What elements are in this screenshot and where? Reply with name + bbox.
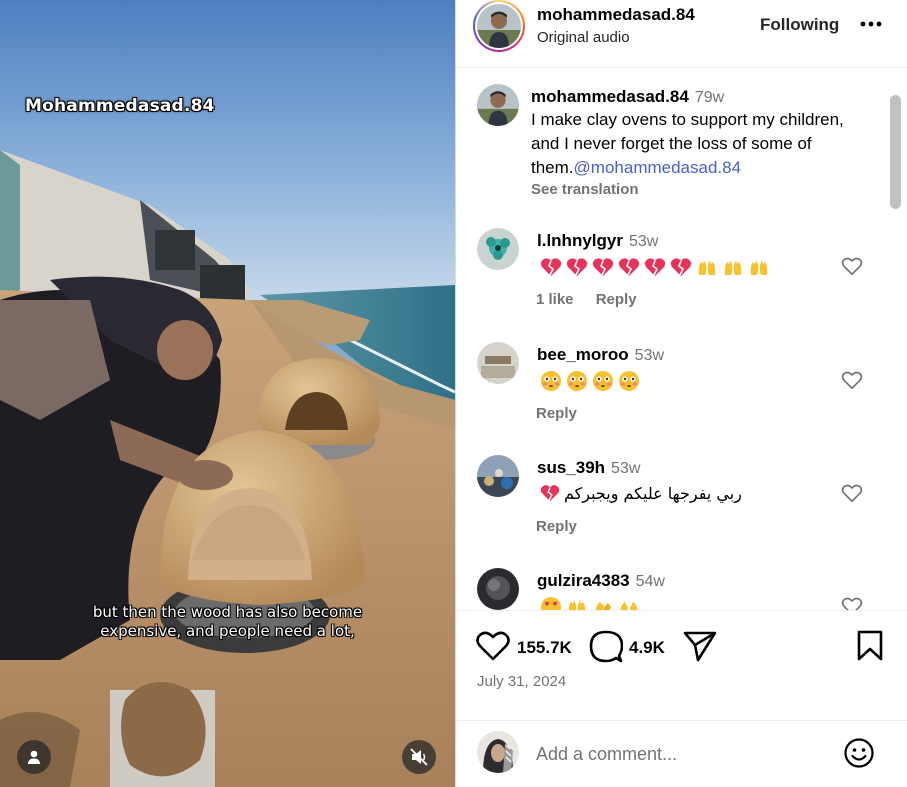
clapping-hands-emoji (595, 602, 611, 610)
flushed-face-emoji (619, 371, 639, 391)
comment-text (540, 596, 640, 610)
commenter-avatar[interactable] (477, 455, 519, 497)
reply-button[interactable]: Reply (596, 291, 637, 308)
comment-like-heart-icon[interactable] (841, 482, 863, 504)
speaker-muted-icon (410, 748, 428, 766)
comment-actions: Reply (536, 518, 577, 535)
reply-button[interactable]: Reply (536, 405, 577, 422)
post-date[interactable]: July 31, 2024 (477, 673, 566, 690)
caption-username[interactable]: mohammedasad.84 79w (531, 87, 724, 107)
comment-actions: 1 like Reply (536, 291, 637, 308)
broken-heart-emoji (618, 258, 640, 276)
paper-plane-icon[interactable] (683, 630, 717, 662)
video-watermark: Mohammedasad.84 (25, 96, 215, 116)
broken-heart-emoji (644, 258, 666, 276)
comment-count[interactable]: 4.9K (629, 638, 665, 658)
caption-timestamp: 79w (694, 89, 725, 106)
comments-list[interactable]: mohammedasad.84 79w I make clay ovens to … (456, 68, 907, 610)
raised-hands-emoji (568, 600, 586, 610)
add-comment-input[interactable] (536, 740, 816, 768)
ellipsis-icon (860, 21, 882, 27)
mute-toggle-button[interactable] (402, 740, 436, 774)
heart-icon[interactable] (476, 630, 510, 662)
author-username[interactable]: mohammedasad.84 (537, 5, 695, 25)
comment-icon[interactable] (589, 630, 623, 664)
flushed-face-emoji (541, 371, 561, 391)
comment-timestamp: 53w (634, 347, 664, 364)
comment-like-heart-icon[interactable] (841, 369, 863, 391)
broken-heart-emoji (566, 258, 588, 276)
comment-timestamp: 53w (628, 233, 659, 250)
author-avatar[interactable] (473, 0, 525, 52)
comment-actions: Reply (536, 405, 577, 422)
video-subtitle: but then the wood has also become expens… (0, 603, 455, 641)
video-subtitle-line: but then the wood has also become (92, 603, 363, 621)
video-frame (0, 0, 455, 787)
comment-text (540, 370, 640, 392)
commenter-username[interactable]: sus_39h 53w (537, 458, 640, 478)
open-hands-emoji (620, 602, 638, 610)
comment-text (540, 256, 770, 278)
heart-eyes-emoji (541, 597, 561, 610)
caption-text: I make clay ovens to support my children… (531, 110, 844, 177)
broken-heart-emoji (592, 258, 614, 276)
current-user-avatar (477, 731, 519, 773)
broken-heart-emoji (540, 485, 560, 502)
comment-text: ربي يفرجها عليكم ويجبركم (540, 483, 742, 503)
commenter-username[interactable]: gulzira4383 54w (537, 571, 665, 591)
comment-arabic-text: ربي يفرجها عليكم ويجبركم (564, 483, 742, 503)
comment-likes-link[interactable]: 1 like (536, 291, 574, 308)
smiley-icon[interactable] (843, 737, 875, 769)
caption-mention[interactable]: @mohammedasad.84 (574, 158, 742, 177)
commenter-avatar[interactable] (477, 342, 519, 384)
bookmark-icon[interactable] (856, 630, 884, 662)
like-count[interactable]: 155.7K (517, 638, 572, 658)
raised-hands-emoji (698, 260, 716, 275)
reply-button[interactable]: Reply (536, 518, 577, 535)
post-actions-bar: 155.7K 4.9K July 31, 2024 (456, 610, 907, 720)
video-player[interactable]: Mohammedasad.84 but then the wood has al… (0, 0, 455, 787)
add-comment-bar (456, 720, 907, 787)
broken-heart-emoji (540, 258, 562, 276)
post-panel: mohammedasad.84 Original audio Following (456, 0, 907, 787)
see-translation-link[interactable]: See translation (531, 181, 639, 198)
commenter-username[interactable]: bee_moroo 53w (537, 345, 664, 365)
more-options-button[interactable] (857, 12, 885, 36)
commenter-avatar[interactable] (477, 568, 519, 610)
comment-timestamp: 54w (635, 573, 665, 590)
raised-hands-emoji (750, 260, 768, 275)
post-header: mohammedasad.84 Original audio Following (456, 0, 907, 68)
flushed-face-emoji (593, 371, 613, 391)
following-button[interactable]: Following (760, 15, 839, 35)
commenter-username[interactable]: l.lnhnylgyr 53w (537, 231, 658, 251)
comment-like-heart-icon[interactable] (841, 255, 863, 277)
user-icon (28, 750, 40, 764)
caption-avatar[interactable] (477, 84, 519, 126)
comment-like-heart-icon[interactable] (841, 595, 863, 610)
flushed-face-emoji (567, 371, 587, 391)
raised-hands-emoji (724, 260, 742, 275)
commenter-avatar[interactable] (477, 228, 519, 270)
broken-heart-emoji (670, 258, 692, 276)
comment-timestamp: 53w (611, 460, 641, 477)
audio-label[interactable]: Original audio (537, 29, 630, 46)
comments-scrollbar[interactable] (890, 95, 901, 209)
video-subtitle-line: expensive, and people need a lot, (100, 622, 355, 640)
tagged-users-button[interactable] (17, 740, 51, 774)
